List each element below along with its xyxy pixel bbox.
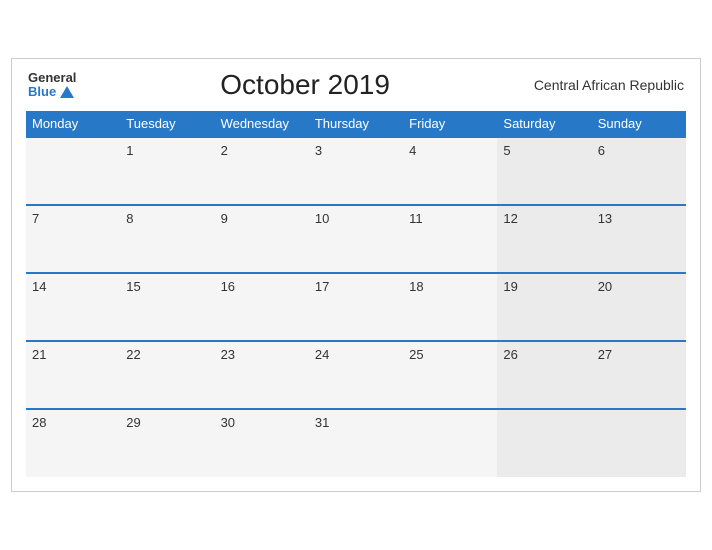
day-number: 26 bbox=[503, 347, 517, 362]
day-number: 8 bbox=[126, 211, 133, 226]
day-number: 6 bbox=[598, 143, 605, 158]
day-number: 25 bbox=[409, 347, 423, 362]
day-cell: 30 bbox=[215, 409, 309, 477]
weekday-thursday: Thursday bbox=[309, 111, 403, 137]
weekday-tuesday: Tuesday bbox=[120, 111, 214, 137]
weekday-header-row: MondayTuesdayWednesdayThursdayFridaySatu… bbox=[26, 111, 686, 137]
day-number: 31 bbox=[315, 415, 329, 430]
calendar: General Blue October 2019 Central Africa… bbox=[11, 58, 701, 492]
day-cell: 4 bbox=[403, 137, 497, 205]
logo-triangle-icon bbox=[60, 86, 74, 98]
day-cell: 15 bbox=[120, 273, 214, 341]
day-number: 27 bbox=[598, 347, 612, 362]
day-cell: 18 bbox=[403, 273, 497, 341]
logo-blue-text: Blue bbox=[28, 85, 76, 99]
day-cell bbox=[497, 409, 591, 477]
day-cell: 31 bbox=[309, 409, 403, 477]
day-cell: 27 bbox=[592, 341, 686, 409]
weekday-monday: Monday bbox=[26, 111, 120, 137]
week-row-3: 14 15 16 17 18 19 20 bbox=[26, 273, 686, 341]
day-cell: 28 bbox=[26, 409, 120, 477]
day-cell: 2 bbox=[215, 137, 309, 205]
day-cell: 6 bbox=[592, 137, 686, 205]
day-number: 11 bbox=[409, 211, 423, 226]
day-number: 23 bbox=[221, 347, 235, 362]
day-cell: 3 bbox=[309, 137, 403, 205]
day-number: 3 bbox=[315, 143, 322, 158]
day-cell: 19 bbox=[497, 273, 591, 341]
day-number: 29 bbox=[126, 415, 140, 430]
day-number: 10 bbox=[315, 211, 329, 226]
calendar-country: Central African Republic bbox=[534, 77, 684, 93]
day-cell: 22 bbox=[120, 341, 214, 409]
weekday-wednesday: Wednesday bbox=[215, 111, 309, 137]
day-number: 18 bbox=[409, 279, 423, 294]
day-number: 22 bbox=[126, 347, 140, 362]
day-number: 4 bbox=[409, 143, 416, 158]
day-cell: 8 bbox=[120, 205, 214, 273]
day-number: 14 bbox=[32, 279, 46, 294]
week-row-2: 7 8 9 10 11 12 13 bbox=[26, 205, 686, 273]
day-cell: 1 bbox=[120, 137, 214, 205]
day-cell: 11 bbox=[403, 205, 497, 273]
day-number: 5 bbox=[503, 143, 510, 158]
day-cell bbox=[592, 409, 686, 477]
day-number: 15 bbox=[126, 279, 140, 294]
day-number: 7 bbox=[32, 211, 39, 226]
day-number: 2 bbox=[221, 143, 228, 158]
day-cell: 12 bbox=[497, 205, 591, 273]
calendar-title: October 2019 bbox=[76, 69, 533, 101]
day-number: 21 bbox=[32, 347, 46, 362]
day-cell: 13 bbox=[592, 205, 686, 273]
day-cell: 10 bbox=[309, 205, 403, 273]
day-cell: 23 bbox=[215, 341, 309, 409]
day-number: 9 bbox=[221, 211, 228, 226]
day-number: 12 bbox=[503, 211, 517, 226]
day-cell: 7 bbox=[26, 205, 120, 273]
day-number: 16 bbox=[221, 279, 235, 294]
weekday-sunday: Sunday bbox=[592, 111, 686, 137]
day-cell: 9 bbox=[215, 205, 309, 273]
day-number: 28 bbox=[32, 415, 46, 430]
day-number: 17 bbox=[315, 279, 329, 294]
calendar-table: MondayTuesdayWednesdayThursdayFridaySatu… bbox=[26, 111, 686, 477]
day-cell: 5 bbox=[497, 137, 591, 205]
day-cell: 24 bbox=[309, 341, 403, 409]
day-number: 13 bbox=[598, 211, 612, 226]
weekday-saturday: Saturday bbox=[497, 111, 591, 137]
day-cell: 29 bbox=[120, 409, 214, 477]
weekday-friday: Friday bbox=[403, 111, 497, 137]
day-cell: 21 bbox=[26, 341, 120, 409]
day-cell: 16 bbox=[215, 273, 309, 341]
week-row-4: 21 22 23 24 25 26 27 bbox=[26, 341, 686, 409]
day-cell: 26 bbox=[497, 341, 591, 409]
day-number: 30 bbox=[221, 415, 235, 430]
day-number: 19 bbox=[503, 279, 517, 294]
week-row-5: 28 29 30 31 bbox=[26, 409, 686, 477]
day-cell bbox=[26, 137, 120, 205]
day-cell bbox=[403, 409, 497, 477]
day-number: 1 bbox=[126, 143, 133, 158]
day-cell: 20 bbox=[592, 273, 686, 341]
day-number: 24 bbox=[315, 347, 329, 362]
day-cell: 25 bbox=[403, 341, 497, 409]
day-cell: 17 bbox=[309, 273, 403, 341]
day-cell: 14 bbox=[26, 273, 120, 341]
logo: General Blue bbox=[28, 71, 76, 100]
calendar-header: General Blue October 2019 Central Africa… bbox=[26, 69, 686, 101]
logo-general-text: General bbox=[28, 71, 76, 85]
week-row-1: 1 2 3 4 5 6 bbox=[26, 137, 686, 205]
day-number: 20 bbox=[598, 279, 612, 294]
